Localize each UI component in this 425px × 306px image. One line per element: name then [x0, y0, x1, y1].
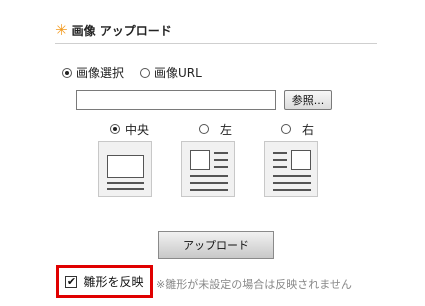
radio-label: 右	[302, 122, 315, 137]
text-line	[273, 166, 287, 168]
image-placeholder	[190, 150, 210, 170]
text-line	[214, 152, 228, 154]
section-title: 画像 アップロード	[71, 24, 172, 38]
reflect-template-option[interactable]: ✔ 雛形を反映	[56, 265, 153, 298]
section-header: ✳ 画像 アップロード	[55, 22, 172, 39]
align-option-right[interactable]: 右	[281, 122, 361, 137]
layout-center-icon[interactable]	[98, 141, 152, 197]
radio-label: 画像URL	[154, 66, 202, 80]
radio-image-select[interactable]: 画像選択	[62, 64, 124, 81]
align-radio-row[interactable]: 左	[199, 122, 279, 137]
browse-button[interactable]: 参照...	[284, 90, 332, 110]
text-line	[190, 182, 228, 184]
layout-right-icon[interactable]	[264, 141, 318, 197]
radio-button-checked[interactable]	[110, 124, 120, 134]
layout-left-icon[interactable]	[181, 141, 235, 197]
radio-button[interactable]	[140, 67, 150, 78]
text-line	[273, 159, 287, 161]
reflect-template-checkbox[interactable]: ✔	[65, 275, 78, 288]
text-line	[107, 188, 144, 190]
radio-image-url[interactable]: 画像URL	[140, 64, 202, 81]
radio-label: 画像選択	[76, 66, 125, 80]
align-radio-row[interactable]: 中央	[110, 122, 190, 137]
text-line	[273, 189, 311, 191]
radio-button[interactable]	[281, 124, 291, 134]
radio-label: 左	[220, 122, 233, 137]
align-option-center[interactable]: 中央	[110, 122, 190, 137]
text-line	[107, 182, 144, 184]
text-line	[273, 182, 311, 184]
align-option-left[interactable]: 左	[199, 122, 279, 137]
text-line	[273, 175, 311, 177]
radio-button[interactable]	[199, 124, 209, 134]
radio-label: 中央	[125, 122, 150, 137]
text-line	[190, 189, 228, 191]
text-line	[190, 175, 228, 177]
image-placeholder	[291, 150, 311, 170]
star-icon: ✳	[55, 21, 68, 39]
header-divider	[55, 43, 377, 44]
text-line	[214, 166, 228, 168]
align-radio-row[interactable]: 右	[281, 122, 361, 137]
image-placeholder	[107, 155, 144, 178]
reflect-template-label: 雛形を反映	[83, 275, 144, 289]
upload-button[interactable]: アップロード	[158, 231, 274, 259]
text-line	[214, 159, 228, 161]
file-path-input[interactable]	[76, 90, 276, 110]
radio-button-checked[interactable]	[62, 67, 72, 78]
reflect-template-note: ※雛形が未設定の場合は反映されません	[156, 278, 352, 291]
text-line	[273, 152, 287, 154]
